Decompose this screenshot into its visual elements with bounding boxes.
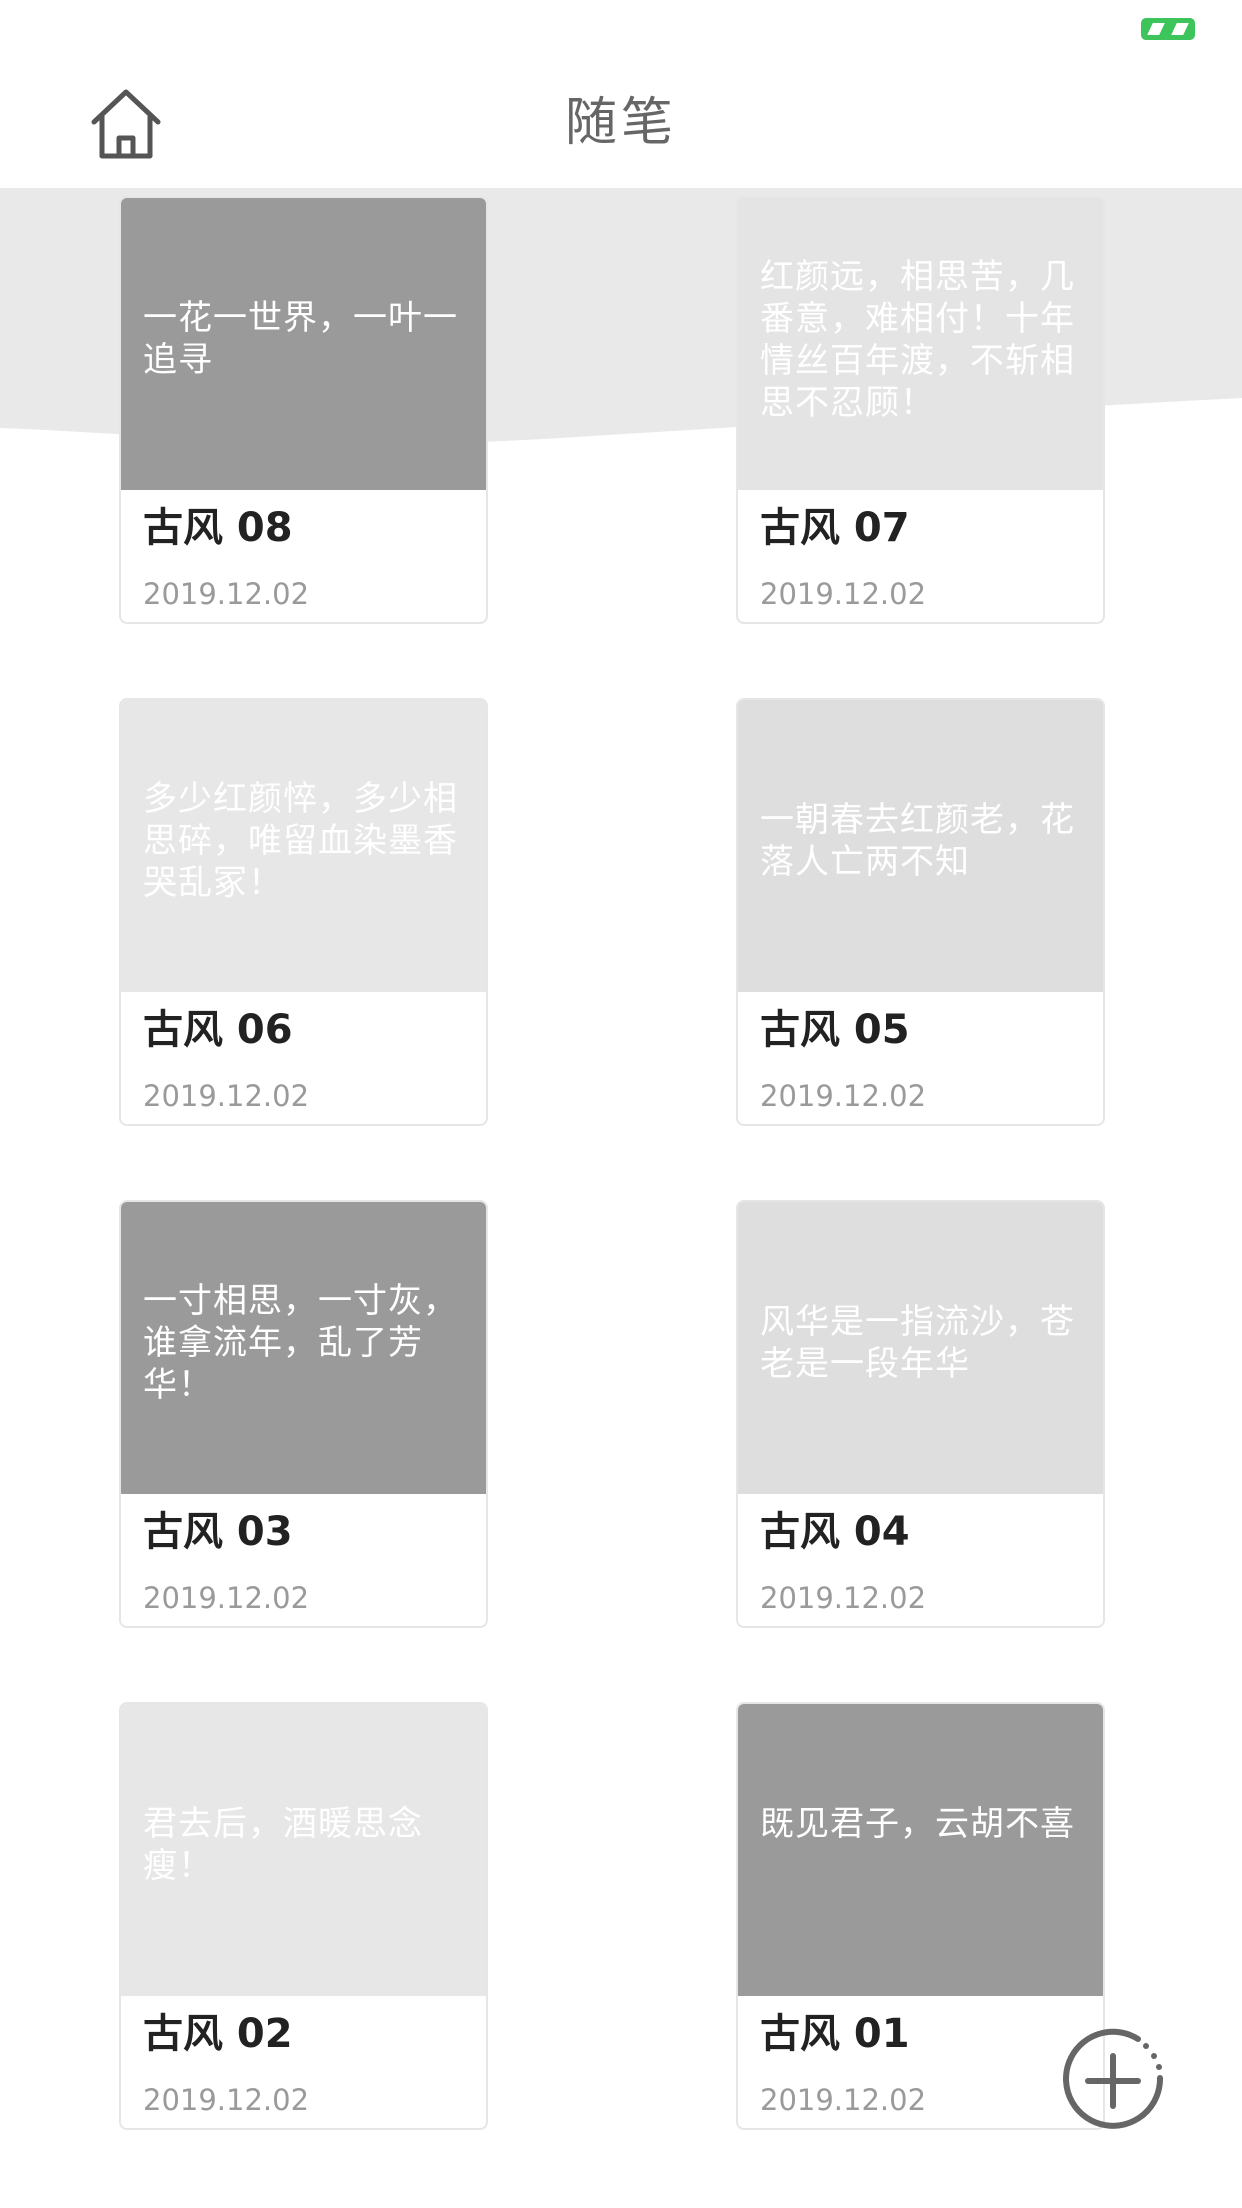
card-date: 2019.12.02 — [760, 577, 927, 611]
card-title: 古风 08 — [143, 505, 293, 551]
note-card[interactable]: 风华是一指流沙，苍老是一段年华 古风 04 2019.12.02 — [736, 1200, 1105, 1628]
note-card[interactable]: 君去后，酒暖思念瘦！ 古风 02 2019.12.02 — [119, 1702, 488, 2130]
card-title: 古风 05 — [760, 1007, 910, 1053]
card-date: 2019.12.02 — [143, 1079, 310, 1113]
card-excerpt: 一寸相思，一寸灰，谁拿流年，乱了芳华！ — [143, 1281, 458, 1405]
card-excerpt: 风华是一指流沙，苍老是一段年华 — [760, 1302, 1075, 1384]
card-excerpt: 多少红颜悴，多少相思碎，唯留血染墨香哭乱冢！ — [143, 779, 458, 903]
notes-page: 随笔 一花一世界，一叶一追寻 古风 08 2019.12.02 红颜远，相思苦，… — [0, 0, 1242, 2208]
note-card[interactable]: 红颜远，相思苦，几番意，难相付！十年情丝百年渡，不斩相思不忍顾！ 古风 07 2… — [736, 196, 1105, 624]
card-excerpt: 一花一世界，一叶一追寻 — [143, 298, 458, 380]
add-note-button[interactable] — [1058, 2026, 1168, 2136]
card-title: 古风 03 — [143, 1509, 293, 1555]
card-date: 2019.12.02 — [143, 577, 310, 611]
header: 随笔 — [0, 0, 1242, 188]
card-title: 古风 04 — [760, 1509, 910, 1555]
note-card[interactable]: 一朝春去红颜老，花落人亡两不知 古风 05 2019.12.02 — [736, 698, 1105, 1126]
card-excerpt: 君去后，酒暖思念瘦！ — [143, 1804, 423, 1886]
card-cover: 风华是一指流沙，苍老是一段年华 — [738, 1202, 1103, 1494]
card-cover: 多少红颜悴，多少相思碎，唯留血染墨香哭乱冢！ — [121, 700, 486, 992]
card-cover: 一花一世界，一叶一追寻 — [121, 198, 486, 490]
card-title: 古风 02 — [143, 2011, 293, 2057]
card-cover: 君去后，酒暖思念瘦！ — [121, 1704, 486, 1996]
card-excerpt: 既见君子，云胡不喜 — [760, 1804, 1075, 1844]
card-title: 古风 01 — [760, 2011, 910, 2057]
card-date: 2019.12.02 — [760, 1079, 927, 1113]
card-title: 古风 06 — [143, 1007, 293, 1053]
note-card[interactable]: 多少红颜悴，多少相思碎，唯留血染墨香哭乱冢！ 古风 06 2019.12.02 — [119, 698, 488, 1126]
card-title: 古风 07 — [760, 505, 910, 551]
card-excerpt: 红颜远，相思苦，几番意，难相付！十年情丝百年渡，不斩相思不忍顾！ — [760, 257, 1075, 423]
card-date: 2019.12.02 — [760, 1581, 927, 1615]
card-date: 2019.12.02 — [143, 2083, 310, 2117]
card-excerpt: 一朝春去红颜老，花落人亡两不知 — [760, 800, 1075, 882]
card-cover: 一朝春去红颜老，花落人亡两不知 — [738, 700, 1103, 992]
note-card[interactable]: 一寸相思，一寸灰，谁拿流年，乱了芳华！ 古风 03 2019.12.02 — [119, 1200, 488, 1628]
plus-circle-icon — [1063, 2028, 1164, 2129]
card-date: 2019.12.02 — [143, 1581, 310, 1615]
card-cover: 既见君子，云胡不喜 — [738, 1704, 1103, 1996]
card-cover: 一寸相思，一寸灰，谁拿流年，乱了芳华！ — [121, 1202, 486, 1494]
card-cover: 红颜远，相思苦，几番意，难相付！十年情丝百年渡，不斩相思不忍顾！ — [738, 198, 1103, 490]
note-card[interactable]: 一花一世界，一叶一追寻 古风 08 2019.12.02 — [119, 196, 488, 624]
page-title: 随笔 — [564, 93, 677, 153]
note-card[interactable]: 既见君子，云胡不喜 古风 01 2019.12.02 — [736, 1702, 1105, 2130]
card-date: 2019.12.02 — [760, 2083, 927, 2117]
